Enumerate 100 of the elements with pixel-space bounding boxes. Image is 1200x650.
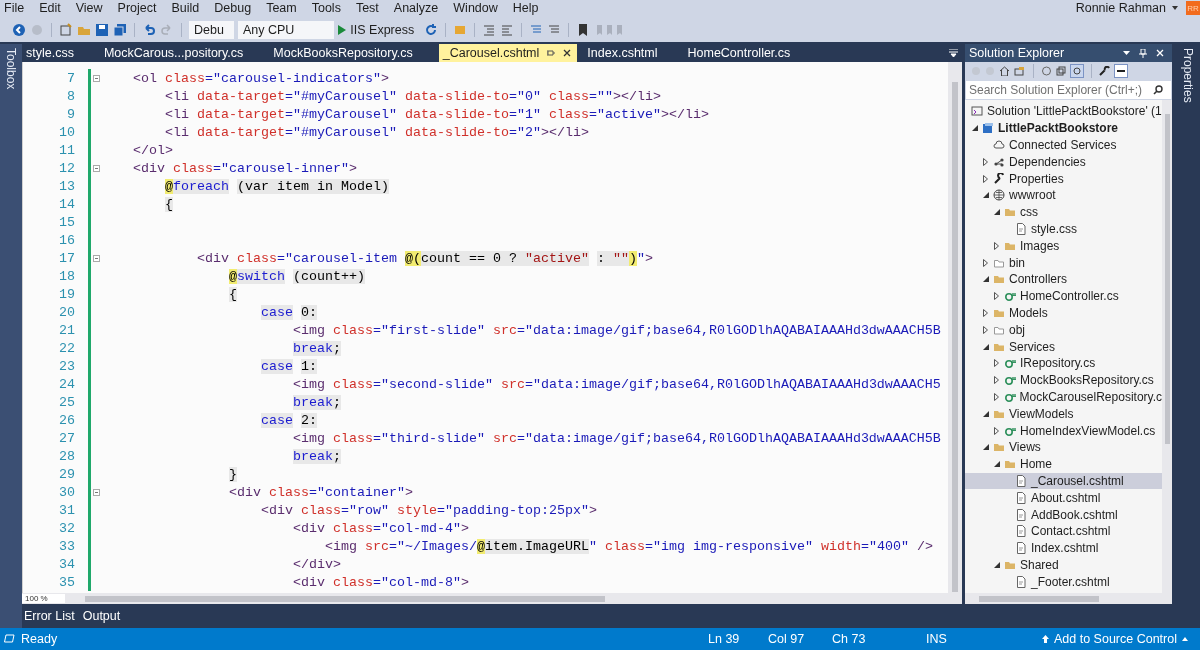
source-control-button[interactable]: Add to Source Control <box>1042 632 1188 646</box>
collapse-icon[interactable] <box>92 488 100 496</box>
expander-icon[interactable] <box>993 392 999 401</box>
tree-item[interactable]: ViewModels <box>965 405 1162 423</box>
document-tab[interactable]: MockBooksRepository.cs <box>269 44 433 62</box>
preview-icon[interactable] <box>1114 64 1128 78</box>
document-tab[interactable]: style.css <box>22 44 94 62</box>
menu-item[interactable]: Help <box>512 1 539 15</box>
expander-icon[interactable] <box>982 343 989 350</box>
tree-item[interactable]: IRepository.cs <box>965 354 1162 372</box>
tree-item[interactable]: Home <box>965 455 1162 473</box>
expander-icon[interactable] <box>993 209 1000 216</box>
expander-icon[interactable] <box>982 410 989 417</box>
code-editor[interactable] <box>22 62 962 593</box>
expander-icon[interactable] <box>993 561 1000 568</box>
expander-icon[interactable] <box>983 258 988 267</box>
tree-item[interactable]: About.cshtml <box>965 489 1162 507</box>
expander-icon[interactable] <box>982 444 989 451</box>
close-icon[interactable] <box>563 49 572 57</box>
expander-icon[interactable] <box>982 192 989 199</box>
tree-item[interactable]: Properties <box>965 170 1162 187</box>
switch-views-icon[interactable] <box>1014 66 1026 76</box>
tree-item[interactable]: Contact.cshtml <box>965 522 1162 540</box>
tree-item[interactable]: Dependencies <box>965 153 1162 171</box>
tree-item[interactable]: MockBooksRepository.cs <box>965 371 1162 389</box>
toolbox-tab[interactable]: Toolbox <box>0 44 22 628</box>
document-tab[interactable]: MockCarous...pository.cs <box>99 44 264 62</box>
zoom-dropdown[interactable]: 100 % <box>22 594 65 603</box>
tree-item[interactable]: MockCarouselRepository.c <box>965 388 1162 406</box>
document-tab[interactable]: _Carousel.cshtml <box>438 44 578 62</box>
expander-icon[interactable] <box>983 325 988 334</box>
back-icon[interactable] <box>12 23 26 37</box>
search-icon[interactable] <box>1153 85 1165 95</box>
menu-item[interactable]: View <box>75 1 103 15</box>
collapse-icon[interactable] <box>92 254 100 262</box>
collapse-all-icon[interactable] <box>1056 66 1066 76</box>
horizontal-scrollbar[interactable] <box>965 593 1172 604</box>
document-tab[interactable]: HomeController.cs <box>683 44 811 62</box>
menu-item[interactable]: Tools <box>311 1 341 15</box>
document-tab[interactable]: Index.cshtml <box>583 44 678 62</box>
pin-icon[interactable] <box>547 49 556 57</box>
save-all-icon[interactable] <box>113 23 127 37</box>
tree-item[interactable]: AddBook.cshtml <box>965 506 1162 523</box>
menu-item[interactable]: Build <box>171 1 200 15</box>
tree-item[interactable]: _Footer.cshtml <box>965 573 1162 591</box>
run-target-dropdown[interactable]: IIS Express <box>350 23 415 37</box>
collapse-icon[interactable] <box>92 164 100 172</box>
vertical-scrollbar[interactable] <box>948 62 962 593</box>
tree-item[interactable]: Views <box>965 438 1162 456</box>
tree-item[interactable]: css <box>965 203 1162 221</box>
account-name[interactable]: Ronnie Rahman <box>1075 1 1166 15</box>
wrench-icon[interactable] <box>1099 66 1110 76</box>
expander-icon[interactable] <box>994 376 999 385</box>
expander-icon[interactable] <box>983 308 988 317</box>
tree-item[interactable]: Services <box>965 338 1162 355</box>
menu-item[interactable]: Edit <box>39 1 61 15</box>
vertical-scrollbar[interactable] <box>1162 100 1172 593</box>
expander-icon[interactable] <box>983 157 988 166</box>
collapse-icon[interactable] <box>92 74 100 82</box>
menu-item[interactable]: Project <box>117 1 157 15</box>
tree-item[interactable]: style.css <box>965 220 1162 238</box>
tree-item[interactable]: obj <box>965 321 1162 339</box>
tree-item[interactable]: Images <box>965 237 1162 255</box>
tree-item[interactable]: Solution 'LittlePacktBookstore' (1 <box>965 103 1162 120</box>
play-icon[interactable] <box>338 25 347 35</box>
expander-icon[interactable] <box>971 125 978 132</box>
panel-tab[interactable]: Output <box>82 609 121 623</box>
save-icon[interactable] <box>95 23 109 37</box>
tree-item[interactable]: HomeController.cs <box>965 287 1162 305</box>
tree-item[interactable]: Models <box>965 304 1162 322</box>
menu-item[interactable]: Test <box>355 1 379 15</box>
tree-item[interactable]: Connected Services <box>965 136 1162 154</box>
menu-item[interactable]: Analyze <box>393 1 439 15</box>
configuration-dropdown[interactable]: Debu <box>189 21 234 39</box>
menu-item[interactable]: Debug <box>214 1 252 15</box>
tree-item[interactable]: Index.cshtml <box>965 539 1162 557</box>
caret-icon[interactable] <box>1123 51 1130 55</box>
menu-item[interactable]: Team <box>266 1 297 15</box>
expander-icon[interactable] <box>993 461 1000 468</box>
tree-item[interactable]: LittlePacktBookstore <box>965 119 1162 137</box>
expander-icon[interactable] <box>994 241 999 250</box>
expander-icon[interactable] <box>983 174 988 183</box>
tree-item[interactable]: Controllers <box>965 270 1162 288</box>
undo-icon[interactable] <box>142 23 156 37</box>
platform-dropdown[interactable]: Any CPU <box>237 21 335 39</box>
tree-item[interactable]: HomeIndexViewModel.cs <box>965 422 1162 439</box>
tree-item[interactable]: wwwroot <box>965 187 1162 204</box>
refresh-icon[interactable] <box>424 23 439 37</box>
menu-item[interactable]: Window <box>453 1 498 15</box>
history-icon[interactable] <box>1041 66 1052 76</box>
menu-item[interactable]: File <box>4 1 25 15</box>
tree-item[interactable]: _Carousel.cshtml <box>965 472 1162 490</box>
tab-list-dropdown-icon[interactable] <box>949 49 958 57</box>
caret-icon[interactable] <box>1172 6 1178 10</box>
expander-icon[interactable] <box>994 359 999 368</box>
expander-icon[interactable] <box>994 292 999 301</box>
search-field[interactable]: Search Solution Explorer (Ctrl+;) <box>965 80 1172 100</box>
panel-tab[interactable]: Error List <box>24 609 75 623</box>
expander-icon[interactable] <box>994 426 999 435</box>
tree-item[interactable]: Shared <box>965 556 1162 574</box>
